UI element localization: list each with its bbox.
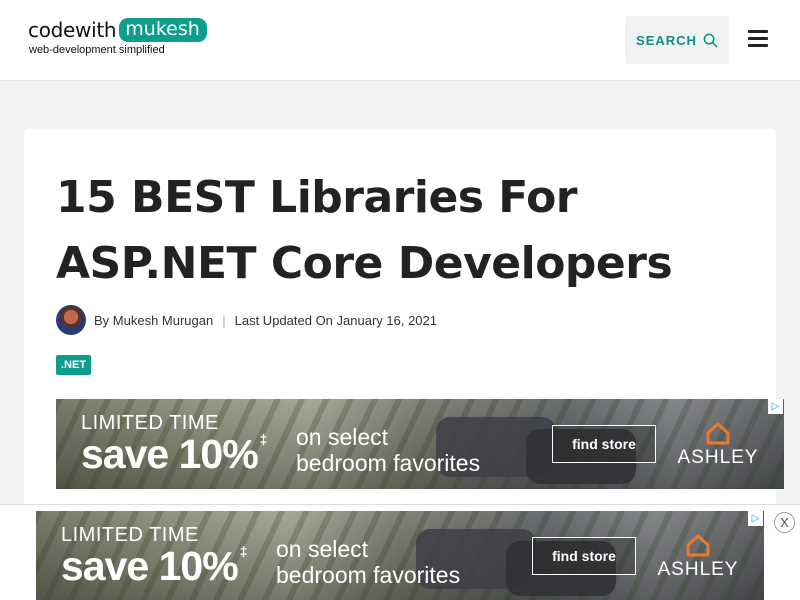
sticky-ad-choices-icon[interactable]: ▷ (748, 511, 763, 526)
last-updated: Last Updated On January 16, 2021 (234, 312, 437, 328)
sticky-ad-bar: LIMITED TIME save 10% ‡ on select bedroom… (0, 504, 800, 600)
sticky-ad-offer-text: on select bedroom favorites (276, 536, 461, 588)
search-icon (703, 33, 718, 47)
search-label: SEARCH (636, 32, 697, 48)
sticky-ad-banner[interactable]: LIMITED TIME save 10% ‡ on select bedroom… (36, 511, 764, 600)
author-avatar[interactable] (56, 305, 86, 335)
logo-tagline: web-development simplified (29, 44, 165, 56)
ad-choices-icon[interactable]: ▷ (768, 399, 783, 414)
ad-find-store-button[interactable]: find store (552, 425, 656, 463)
sticky-ad-save-text: save 10% ‡ (61, 543, 247, 589)
logo-text: codewith (28, 18, 117, 42)
article-meta: By Mukesh Murugan | Last Updated On Janu… (56, 305, 437, 335)
house-icon (706, 422, 730, 445)
site-header: codewith mukesh web-development simplifi… (0, 0, 800, 81)
house-icon (686, 534, 710, 557)
site-logo[interactable]: codewith mukesh web-development simplifi… (28, 18, 207, 56)
meta-separator: | (222, 312, 226, 328)
search-button[interactable]: SEARCH (625, 16, 729, 64)
author-name[interactable]: By Mukesh Murugan (94, 313, 213, 328)
close-ad-button[interactable]: X (774, 512, 795, 533)
sticky-ad-brand-logo: ASHLEY (648, 533, 748, 581)
article-title: 15 BEST Libraries For ASP.NET Core Devel… (56, 172, 673, 289)
logo-highlight: mukesh (119, 18, 207, 42)
hamburger-menu-icon[interactable] (748, 30, 768, 50)
ad-brand-logo: ASHLEY (668, 421, 768, 469)
ad-banner[interactable]: LIMITED TIME save 10% ‡ on select bedroom… (56, 399, 784, 489)
category-badge[interactable]: .NET (56, 355, 92, 375)
ad-save-text: save 10% ‡ (81, 431, 267, 477)
ad-offer-text: on select bedroom favorites (296, 424, 481, 476)
sticky-ad-find-store-button[interactable]: find store (532, 537, 636, 575)
